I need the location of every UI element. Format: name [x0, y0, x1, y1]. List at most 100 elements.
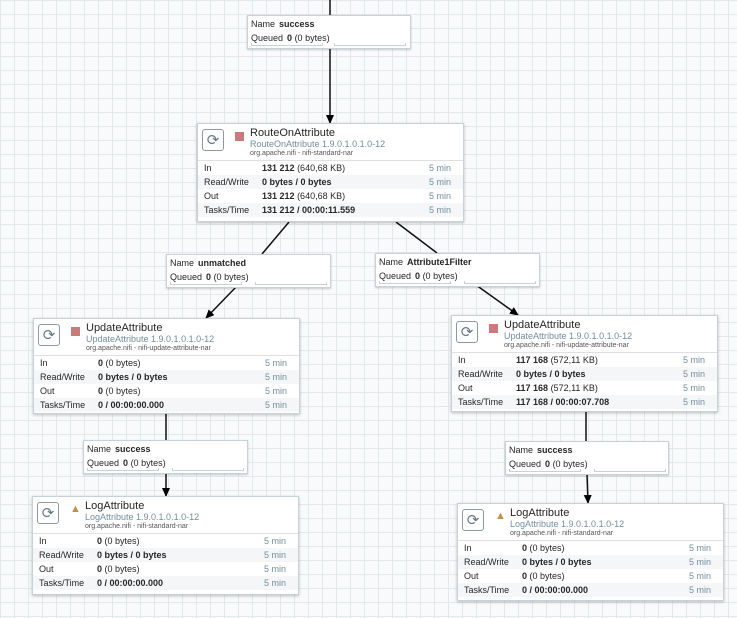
stat-row-out: Out 117 168 (572,11 KB) 5 min — [452, 381, 717, 395]
stat-row-out: Out 0 (0 bytes) 5 min — [33, 562, 298, 576]
stat-in-count: 117 168 — [516, 355, 549, 365]
queue-bar-right — [594, 469, 666, 472]
stat-label: Read/Write — [40, 372, 85, 382]
stat-row-readwrite: Read/Write 0 bytes / 0 bytes 5 min — [34, 370, 299, 384]
queued-size: (0 bytes) — [130, 458, 166, 468]
stat-out-size: (572,11 KB) — [550, 383, 598, 393]
queue-bar-left — [379, 281, 451, 284]
stat-label: In — [464, 543, 472, 553]
stat-label: In — [204, 163, 212, 173]
processor-type: LogAttribute 1.9.0.1.0.1.0-12 — [85, 512, 200, 522]
stat-in-size: (0 bytes) — [529, 543, 565, 553]
stat-row-tasks: Tasks/Time 117 168 / 00:00:07.708 5 min — [452, 395, 717, 409]
stat-label: Read/Write — [458, 369, 503, 379]
stat-tasks-value: 117 168 / 00:00:07.708 — [516, 397, 610, 407]
processor-routeonattribute[interactable]: ⟳ RouteOnAttribute RouteOnAttribute 1.9.… — [197, 123, 464, 222]
stat-out-size: (640,68 KB) — [297, 191, 346, 201]
connection-line — [475, 284, 519, 316]
processor-bundle: org.apache.nifi - nifi-standard-nar — [510, 530, 614, 537]
queue-bar-left — [509, 469, 581, 472]
stat-in-count: 0 — [522, 543, 528, 553]
processor-updateattribute-left[interactable]: ⟳ UpdateAttribute UpdateAttribute 1.9.0.… — [33, 318, 300, 414]
stat-label: Out — [40, 386, 55, 396]
stat-row-tasks: Tasks/Time 0 / 00:00:00.000 5 min — [34, 398, 299, 412]
stat-window: 5 min — [264, 358, 287, 368]
stat-label: Tasks/Time — [204, 205, 250, 215]
stat-out-size: (0 bytes) — [104, 564, 140, 574]
connection-unmatched[interactable]: Name unmatched Queued 0 (0 bytes) — [166, 254, 331, 288]
stat-label: Out — [204, 191, 219, 201]
stat-row-readwrite: Read/Write 0 bytes / 0 bytes 5 min — [458, 555, 723, 569]
stat-row-tasks: Tasks/Time 131 212 / 00:00:11.559 5 min — [198, 203, 463, 217]
stat-window: 5 min — [264, 400, 287, 410]
stat-window: 5 min — [428, 191, 451, 201]
stat-window: 5 min — [263, 536, 286, 546]
stat-readwrite-value: 0 bytes / 0 bytes — [97, 550, 167, 560]
connection-success-right[interactable]: Name success Queued 0 (0 bytes) — [505, 441, 669, 475]
queued-size: (0 bytes) — [552, 459, 588, 469]
stat-row-readwrite: Read/Write 0 bytes / 0 bytes 5 min — [452, 367, 717, 381]
stat-label: Out — [464, 571, 479, 581]
stat-label: In — [40, 358, 48, 368]
connection-success-top[interactable]: Name success Queued 0 (0 bytes) — [247, 15, 411, 49]
connection-line — [205, 286, 237, 319]
stat-window: 5 min — [682, 397, 705, 407]
queued-count: 0 — [123, 458, 129, 468]
processor-icon: ⟳ — [462, 509, 484, 531]
warning-icon: ▲ — [70, 503, 81, 515]
stat-window: 5 min — [428, 205, 451, 215]
stat-row-in: In 117 168 (572,11 KB) 5 min — [452, 353, 717, 367]
processor-name: LogAttribute — [510, 507, 570, 519]
processor-updateattribute-right[interactable]: ⟳ UpdateAttribute UpdateAttribute 1.9.0.… — [451, 315, 718, 412]
stat-row-in: In 131 212 (640,68 KB) 5 min — [198, 161, 463, 175]
processor-logattribute-left[interactable]: ⟳ ▲ LogAttribute LogAttribute 1.9.0.1.0.… — [32, 496, 299, 595]
stat-row-tasks: Tasks/Time 0 / 00:00:00.000 5 min — [458, 583, 723, 597]
stat-row-out: Out 0 (0 bytes) 5 min — [458, 569, 723, 583]
queued-label: Queued — [379, 271, 412, 281]
stat-window: 5 min — [263, 550, 286, 560]
stat-in-count: 131 212 — [262, 163, 295, 173]
connection-name: success — [115, 444, 151, 454]
processor-icon: ⟳ — [37, 502, 59, 524]
stat-window: 5 min — [688, 557, 711, 567]
connection-name-label: Name — [509, 445, 534, 455]
stat-tasks-value: 131 212 / 00:00:11.559 — [262, 205, 356, 215]
stat-readwrite-value: 0 bytes / 0 bytes — [262, 177, 332, 187]
stat-readwrite-value: 0 bytes / 0 bytes — [522, 557, 592, 567]
stat-row-out: Out 0 (0 bytes) 5 min — [34, 384, 299, 398]
stat-window: 5 min — [682, 369, 705, 379]
connection-name: Attribute1Filter — [407, 257, 472, 267]
stat-row-tasks: Tasks/Time 0 / 00:00:00.000 5 min — [33, 576, 298, 590]
processor-logattribute-right[interactable]: ⟳ ▲ LogAttribute LogAttribute 1.9.0.1.0.… — [457, 503, 724, 601]
processor-bundle: org.apache.nifi - nifi-update-attribute-… — [504, 342, 629, 349]
stat-readwrite-value: 0 bytes / 0 bytes — [516, 369, 586, 379]
connection-line — [261, 221, 290, 255]
processor-bundle: org.apache.nifi - nifi-standard-nar — [250, 150, 354, 157]
stat-tasks-value: 0 / 00:00:00.000 — [97, 578, 164, 588]
connection-success-left[interactable]: Name success Queued 0 (0 bytes) — [83, 440, 248, 474]
stat-out-size: (0 bytes) — [105, 386, 141, 396]
processor-bundle: org.apache.nifi - nifi-standard-nar — [85, 523, 189, 530]
connection-name-label: Name — [170, 258, 195, 268]
stat-in-size: (0 bytes) — [105, 358, 141, 368]
queued-size: (0 bytes) — [294, 33, 330, 43]
queue-bar-right — [255, 282, 327, 285]
queued-count: 0 — [415, 271, 421, 281]
stat-out-count: 0 — [98, 386, 104, 396]
warning-icon: ▲ — [495, 510, 506, 522]
stat-row-out: Out 131 212 (640,68 KB) 5 min — [198, 189, 463, 203]
processor-name: LogAttribute — [85, 500, 145, 512]
connection-attribute1filter[interactable]: Name Attribute1Filter Queued 0 (0 bytes) — [375, 253, 540, 287]
stat-label: Read/Write — [464, 557, 509, 567]
stat-label: Read/Write — [204, 177, 249, 187]
stat-in-size: (572,11 KB) — [550, 355, 598, 365]
stat-label: Out — [458, 383, 473, 393]
queued-label: Queued — [87, 458, 120, 468]
stat-row-in: In 0 (0 bytes) 5 min — [458, 541, 723, 555]
connection-name-label: Name — [87, 444, 112, 454]
stat-label: Tasks/Time — [40, 400, 86, 410]
processor-type: UpdateAttribute 1.9.0.1.0.1.0-12 — [86, 334, 215, 344]
processor-type: RouteOnAttribute 1.9.0.1.0.1.0-12 — [250, 139, 386, 149]
stat-window: 5 min — [688, 585, 711, 595]
stopped-state-icon — [71, 327, 80, 336]
